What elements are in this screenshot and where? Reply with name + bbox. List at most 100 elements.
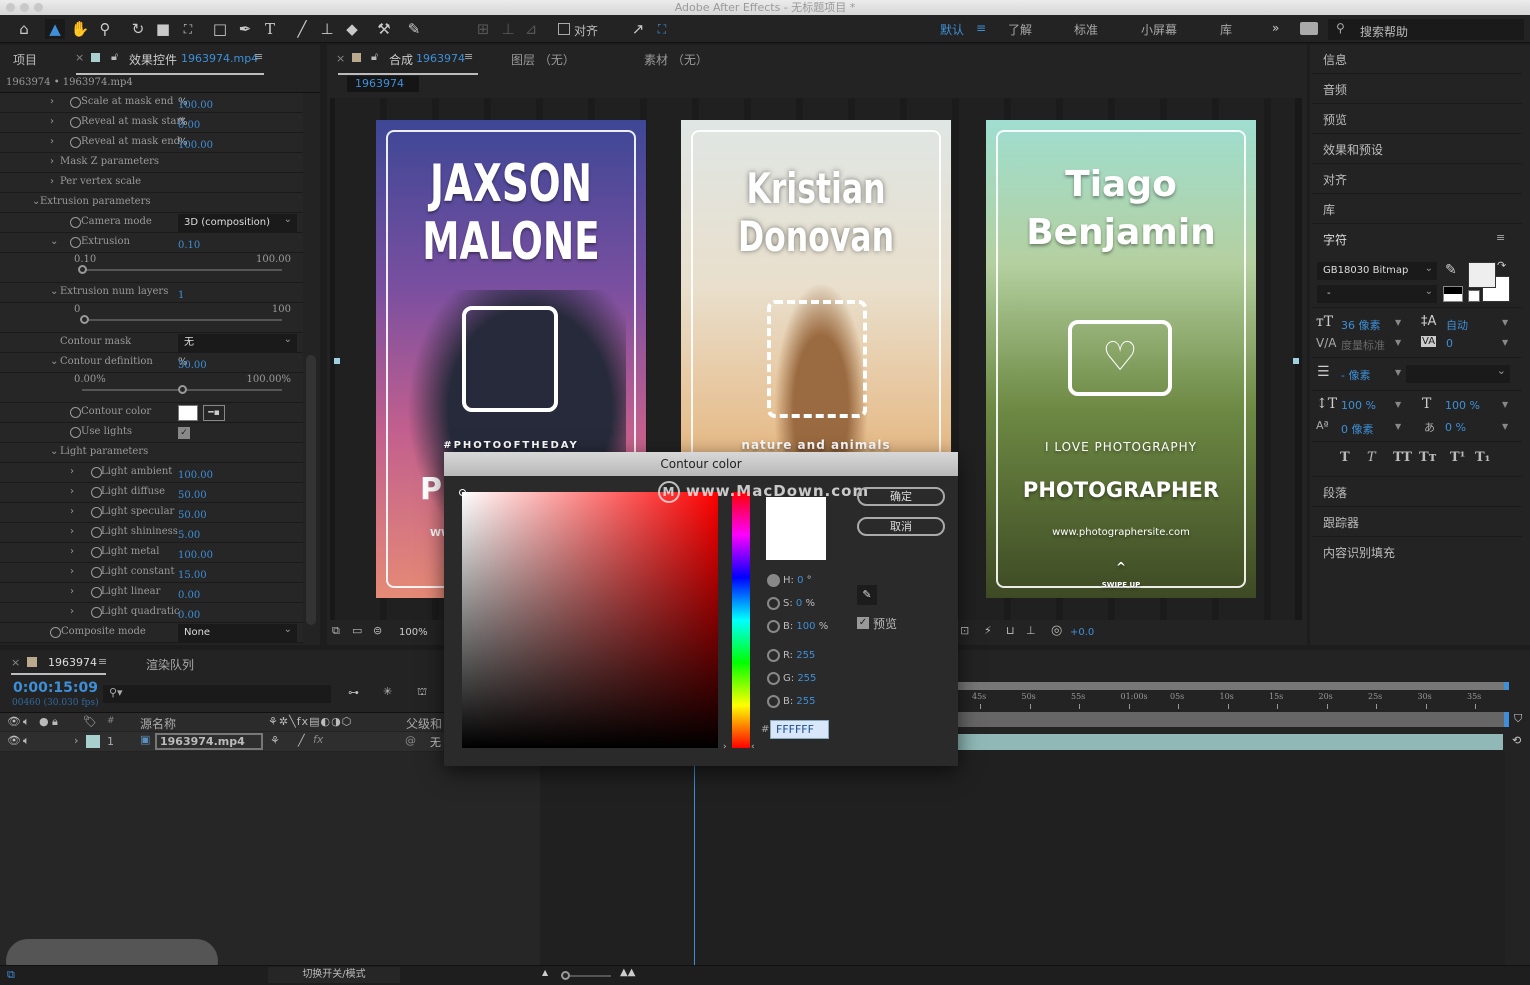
chevron-down-icon[interactable]: ⌄ (50, 356, 58, 367)
chevron-right-icon[interactable]: › (70, 506, 74, 517)
workspace-small-screen[interactable]: 小屏幕 (1141, 21, 1177, 38)
chevron-down-icon[interactable]: ⌄ (50, 446, 58, 457)
font-style-select[interactable]: - ⌄ (1317, 285, 1437, 303)
workspace-library[interactable]: 库 (1220, 21, 1232, 38)
chevron-right-icon[interactable]: › (70, 566, 74, 577)
property-value-number[interactable]: 0.00 (178, 590, 200, 601)
stopwatch-icon[interactable] (70, 137, 81, 148)
layer-search-input[interactable]: ⚲▾ (103, 685, 331, 703)
lock-icon[interactable]: 🔒︎ (52, 715, 58, 729)
tab-composition[interactable]: 合成 (389, 51, 413, 68)
panel-tracker[interactable]: 跟踪器 (1323, 514, 1359, 531)
brush-icon[interactable]: ╱ (292, 19, 312, 39)
effect-property-row[interactable]: › Scale at mask end 100.00% (0, 93, 303, 113)
quality-switch-icon[interactable]: ╱ (298, 734, 305, 747)
dropdown-arrow-icon[interactable]: ▼ (1502, 318, 1508, 327)
chevron-right-icon[interactable]: › (50, 136, 54, 147)
property-value[interactable]: 50.00% (178, 357, 207, 371)
effect-property-row[interactable]: ⌄ Contour definition 50.00% (0, 353, 303, 373)
effect-property-row[interactable]: › Light quadratic 0.00 (0, 603, 303, 623)
property-dropdown[interactable]: 无 (178, 331, 297, 352)
green-value[interactable]: 255 (797, 673, 816, 684)
video-visibility-icon[interactable]: 👁︎ (7, 715, 21, 728)
chevron-right-icon[interactable]: › (70, 486, 74, 497)
exposure-value[interactable]: +0.0 (1070, 627, 1094, 638)
slider-track[interactable] (82, 269, 282, 271)
layer-label-color[interactable] (86, 735, 100, 748)
color-picker-cursor[interactable] (459, 489, 466, 496)
dropdown-arrow-icon[interactable]: ▼ (1395, 318, 1401, 327)
hue-slider[interactable] (732, 492, 750, 748)
snap-options-icon[interactable]: ↗ (628, 19, 648, 39)
more-workspaces-icon[interactable]: » (1272, 21, 1279, 35)
faux-bold-button[interactable]: T (1340, 450, 1350, 465)
selection-icon[interactable]: ▲ (45, 19, 65, 39)
tsume-value[interactable]: 0 % (1445, 421, 1466, 434)
zoom-window-button[interactable] (34, 3, 43, 12)
black-white-swatch[interactable] (1443, 286, 1463, 302)
playhead-line[interactable] (694, 750, 695, 965)
panel-menu-icon[interactable]: ≡ (98, 655, 107, 668)
leading-value[interactable]: 自动 (1446, 317, 1468, 333)
video-visibility-icon[interactable]: 👁︎ (7, 734, 21, 747)
workspace-menu-icon[interactable]: ≡ (976, 21, 986, 35)
stopwatch-icon[interactable] (70, 407, 81, 418)
rectangle-icon[interactable]: □ (210, 19, 230, 39)
clone-stamp-icon[interactable]: ⊥ (317, 19, 337, 39)
property-value-number[interactable]: 50.00 (178, 490, 207, 501)
3d-view-icon[interactable]: ⊡ (960, 624, 969, 637)
panel-effects-presets[interactable]: 效果和预设 (1323, 141, 1383, 158)
hue-slider-arrow-left-icon[interactable]: › (723, 742, 727, 752)
lock-icon[interactable]: 🔓︎ (111, 50, 118, 64)
slider-knob[interactable] (80, 315, 89, 324)
chevron-right-icon[interactable]: › (70, 606, 74, 617)
search-help-input[interactable]: ⚲ 搜索帮助 (1328, 19, 1524, 40)
no-color-swatch[interactable] (1468, 290, 1480, 302)
toggle-switches-modes-button[interactable]: 切换开关/模式 (268, 967, 400, 983)
property-value-number[interactable]: 15.00 (178, 570, 207, 581)
panel-preview[interactable]: 预览 (1323, 111, 1347, 128)
ok-button[interactable]: 确定 (857, 487, 945, 506)
saturation-radio[interactable] (767, 597, 780, 610)
panel-menu-icon[interactable]: ≡ (254, 50, 263, 63)
dropdown-arrow-icon[interactable]: ▼ (1395, 422, 1401, 431)
chevron-right-icon[interactable]: › (70, 466, 74, 477)
vertical-scale-value[interactable]: 100 % (1341, 399, 1376, 412)
effect-property-row[interactable]: › Reveal at mask end 100.00% (0, 133, 303, 153)
chevron-right-icon[interactable]: › (70, 546, 74, 557)
effect-property-row[interactable]: › Light metal 100.00 (0, 543, 303, 563)
property-value-number[interactable]: 0.10 (178, 240, 200, 251)
hue-field[interactable]: H: 0 ° (783, 575, 812, 586)
dropdown-arrow-icon[interactable]: ▼ (1395, 338, 1401, 347)
panel-libraries[interactable]: 库 (1323, 201, 1335, 218)
eyedropper-icon[interactable]: ━▪ (203, 405, 225, 421)
property-value-number[interactable]: 100.00 (178, 470, 213, 481)
stopwatch-icon[interactable] (70, 427, 81, 438)
brightness-radio[interactable] (767, 620, 780, 633)
panel-menu-icon[interactable]: ≡ (464, 50, 473, 63)
stopwatch-icon[interactable] (70, 97, 81, 108)
property-value[interactable]: 0.00% (178, 117, 200, 131)
saturation-field[interactable]: S: 0 % (783, 598, 815, 609)
dropdown-arrow-icon[interactable]: ▼ (1395, 368, 1401, 377)
saturation-value[interactable]: 0 (796, 598, 802, 609)
font-family-select[interactable]: GB18030 Bitmap ⌄ (1317, 262, 1437, 280)
kerning-value[interactable]: 度量标准 (1341, 337, 1385, 353)
camera-icon[interactable]: ■ (153, 19, 173, 39)
dropdown-arrow-icon[interactable]: ▼ (1502, 400, 1508, 409)
viewer-handle-right[interactable] (1293, 358, 1299, 364)
zoom-out-icon[interactable]: ▲ (542, 968, 548, 977)
panel-paragraph[interactable]: 段落 (1323, 484, 1347, 501)
zoom-icon[interactable]: ⚲ (95, 19, 115, 39)
subscript-button[interactable]: T₁ (1475, 450, 1490, 465)
effect-property-row[interactable]: Camera mode 3D (composition) (0, 211, 303, 233)
flowchart-icon[interactable]: ⊥ (1026, 624, 1036, 637)
effect-property-row[interactable]: › Light diffuse 50.00 (0, 483, 303, 503)
color-swatch[interactable] (178, 405, 198, 421)
green-field[interactable]: G: 255 (783, 673, 816, 684)
tab-layer[interactable]: 图层 （无） (511, 51, 575, 68)
effect-property-row[interactable]: › Light shininess 5.00 (0, 523, 303, 543)
dropdown-arrow-icon[interactable]: ▼ (1502, 338, 1508, 347)
time-ruler[interactable]: 45s 50s 55s 01:00s 05s 10s 15s 20s 25s 30s 35s (958, 692, 1506, 710)
effect-property-row[interactable]: › Mask Z parameters (0, 153, 303, 173)
